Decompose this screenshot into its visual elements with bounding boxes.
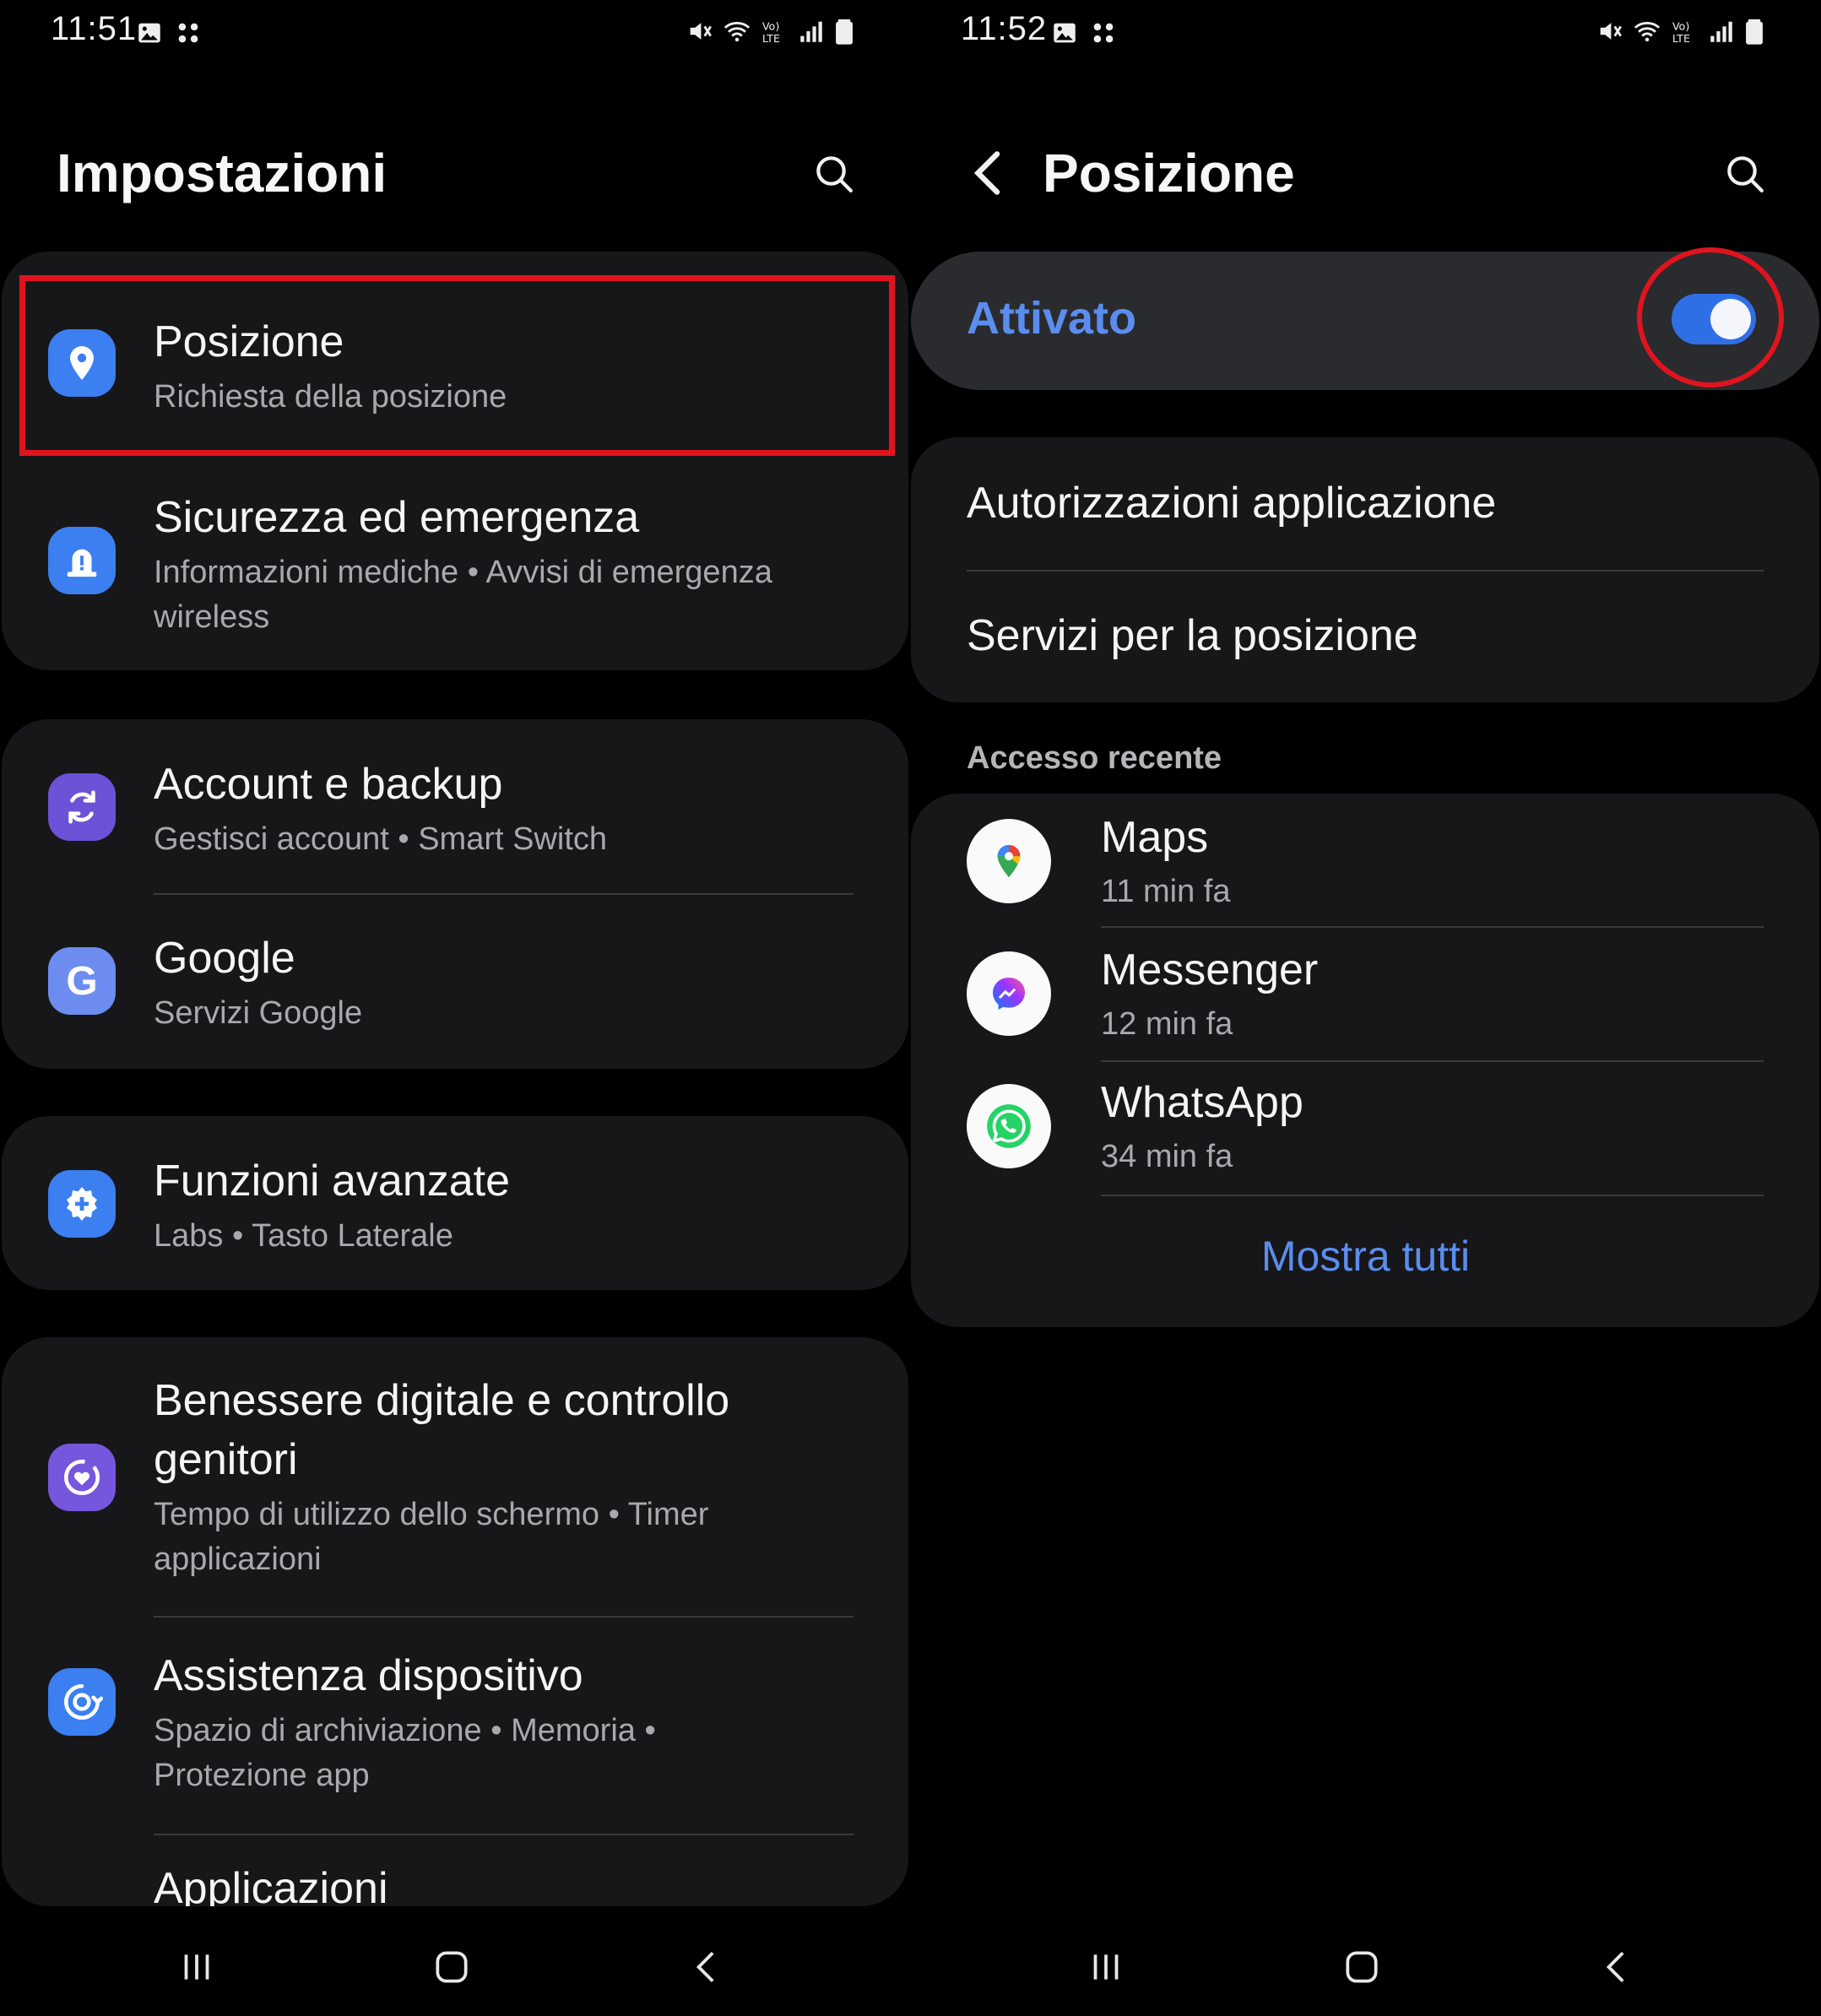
location-menu-card: Autorizzazioni applicazione Servizi per … bbox=[911, 437, 1819, 702]
settings-item-google[interactable]: G Google Servizi Google bbox=[2, 895, 908, 1069]
gallery-notification-icon bbox=[1054, 23, 1076, 43]
recent-apps-button[interactable] bbox=[1072, 1933, 1140, 2001]
app-access-time: 11 min fa bbox=[1101, 874, 1231, 909]
volte-icon: Vo)LTE bbox=[762, 21, 780, 46]
back-button[interactable] bbox=[1584, 1933, 1651, 2001]
item-title: Benessere digitale e controllo genitori bbox=[154, 1376, 730, 1484]
wifi-icon bbox=[724, 21, 751, 42]
emergency-alert-icon bbox=[48, 527, 116, 594]
section-label-recent: Accesso recente bbox=[967, 740, 1222, 776]
navigation-bar bbox=[910, 1933, 1821, 2001]
settings-item-applicazioni[interactable]: Applicazioni bbox=[2, 1835, 908, 1906]
status-bar: 11:51 Vo) LTE bbox=[0, 7, 910, 57]
gallery-notification-icon bbox=[138, 23, 160, 43]
google-g-icon: G bbox=[48, 947, 116, 1015]
header-back-button[interactable] bbox=[967, 148, 1010, 198]
app-access-time: 34 min fa bbox=[1101, 1139, 1233, 1174]
mute-icon bbox=[690, 23, 712, 40]
settings-item-account[interactable]: Account e backup Gestisci account • Smar… bbox=[2, 719, 908, 893]
settings-card: Funzioni avanzate Labs • Tasto Laterale bbox=[2, 1116, 908, 1290]
item-subtitle: Labs • Tasto Laterale bbox=[154, 1218, 453, 1254]
settings-screen: 11:51 Vo) LTE Impostazioni Posizione Rich… bbox=[0, 0, 910, 2016]
svg-text:Vo): Vo) bbox=[762, 21, 780, 34]
show-all-link[interactable]: Mostra tutti bbox=[910, 1232, 1821, 1281]
home-button[interactable] bbox=[1328, 1933, 1396, 2001]
wifi-icon bbox=[1634, 21, 1661, 42]
navigation-bar bbox=[0, 1933, 910, 2001]
menu-item-autorizzazioni[interactable]: Autorizzazioni applicazione bbox=[911, 437, 1819, 571]
recent-apps-icon bbox=[1093, 1954, 1119, 1980]
back-icon bbox=[1606, 1952, 1624, 1982]
page-title: Posizione bbox=[1043, 143, 1295, 203]
item-title: Account e backup bbox=[154, 760, 503, 809]
settings-item-assistenza-dispositivo[interactable]: Assistenza dispositivo Spazio di archivi… bbox=[2, 1618, 908, 1834]
search-button[interactable] bbox=[810, 150, 858, 198]
search-button[interactable] bbox=[1721, 150, 1769, 198]
whatsapp-icon bbox=[967, 1084, 1051, 1168]
item-subtitle: Gestisci account • Smart Switch bbox=[154, 821, 608, 857]
svg-text:LTE: LTE bbox=[762, 33, 780, 46]
home-icon bbox=[436, 1951, 468, 1983]
item-title: Funzioni avanzate bbox=[154, 1157, 511, 1206]
item-subtitle: Informazioni mediche • Avvisi di emergen… bbox=[154, 555, 772, 635]
status-bar: 11:52 Vo) LTE bbox=[910, 7, 1821, 57]
battery-icon bbox=[1746, 19, 1763, 45]
app-name: WhatsApp bbox=[1101, 1078, 1303, 1127]
status-time: 11:52 bbox=[961, 10, 1048, 47]
recent-app-row[interactable]: Maps 11 min fa bbox=[911, 794, 1819, 927]
settings-item-sicurezza[interactable]: Sicurezza ed emergenza Informazioni medi… bbox=[2, 454, 908, 670]
page-title: Impostazioni bbox=[57, 143, 388, 203]
recent-app-row[interactable]: Messenger 12 min fa bbox=[911, 928, 1819, 1061]
svg-text:LTE: LTE bbox=[1672, 33, 1690, 46]
apps-notification-icon bbox=[178, 23, 198, 43]
app-name: Messenger bbox=[1101, 946, 1319, 994]
signal-icon bbox=[800, 21, 822, 42]
apps-notification-icon bbox=[1093, 23, 1114, 43]
status-time: 11:51 bbox=[51, 10, 138, 47]
menu-item-servizi-posizione[interactable]: Servizi per la posizione bbox=[911, 572, 1819, 702]
mute-icon bbox=[1600, 23, 1622, 40]
volte-icon: Vo)LTE bbox=[1672, 21, 1690, 46]
search-icon bbox=[816, 156, 853, 192]
highlight-box bbox=[19, 275, 895, 456]
toggle-label: Attivato bbox=[967, 293, 1136, 344]
item-subtitle: Tempo di utilizzo dello schermo • Timer … bbox=[154, 1497, 709, 1577]
item-title: Google bbox=[154, 934, 295, 983]
svg-text:Vo): Vo) bbox=[1672, 21, 1690, 34]
app-access-time: 12 min fa bbox=[1101, 1006, 1233, 1042]
item-title: Assistenza dispositivo bbox=[154, 1651, 583, 1700]
highlight-circle bbox=[1637, 247, 1784, 387]
digital-wellbeing-icon bbox=[48, 1444, 116, 1511]
home-icon bbox=[1346, 1951, 1378, 1983]
item-subtitle: Spazio di archiviazione • Memoria • Prot… bbox=[154, 1713, 656, 1793]
recent-apps-button[interactable] bbox=[163, 1933, 230, 2001]
app-name: Maps bbox=[1101, 813, 1209, 862]
settings-card: Account e backup Gestisci account • Smar… bbox=[2, 719, 908, 1069]
settings-item-benessere-digitale[interactable]: Benessere digitale e controllo genitori … bbox=[2, 1337, 908, 1616]
messenger-icon bbox=[967, 951, 1051, 1036]
item-title: Autorizzazioni applicazione bbox=[967, 479, 1497, 528]
item-title: Servizi per la posizione bbox=[967, 611, 1418, 660]
signal-icon bbox=[1710, 21, 1732, 42]
chevron-left-icon bbox=[973, 151, 1000, 195]
home-button[interactable] bbox=[418, 1933, 485, 2001]
settings-item-funzioni-avanzate[interactable]: Funzioni avanzate Labs • Tasto Laterale bbox=[2, 1116, 908, 1290]
item-title: Sicurezza ed emergenza bbox=[154, 493, 640, 542]
gear-plus-icon bbox=[48, 1170, 116, 1238]
sync-icon bbox=[48, 773, 116, 841]
maps-icon bbox=[967, 819, 1051, 903]
settings-card: Benessere digitale e controllo genitori … bbox=[2, 1337, 908, 1906]
recent-app-row[interactable]: WhatsApp 34 min fa bbox=[911, 1062, 1819, 1195]
divider bbox=[1101, 1195, 1764, 1196]
item-subtitle: Servizi Google bbox=[154, 995, 363, 1031]
back-icon bbox=[696, 1952, 714, 1982]
battery-icon bbox=[836, 19, 853, 45]
back-button[interactable] bbox=[674, 1933, 741, 2001]
item-title: Applicazioni bbox=[154, 1864, 388, 1906]
recent-apps-icon bbox=[184, 1954, 209, 1980]
search-icon bbox=[1727, 156, 1764, 192]
device-care-icon bbox=[48, 1668, 116, 1736]
